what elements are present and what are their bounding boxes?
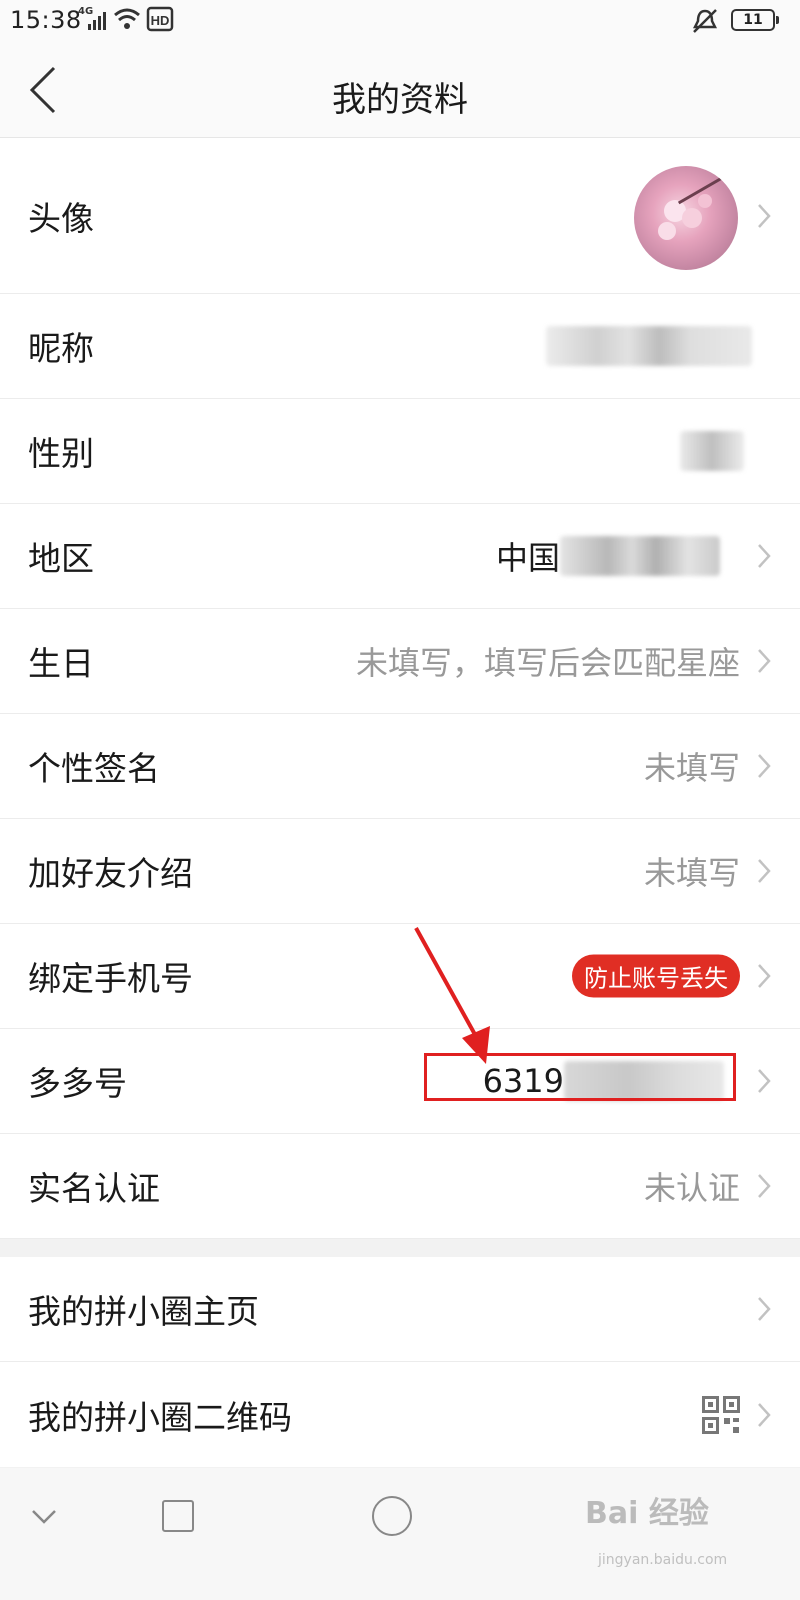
row-label: 多多号 [28, 1064, 127, 1103]
row-label: 个性签名 [28, 749, 160, 788]
row-circle-qrcode[interactable]: 我的拼小圈二维码 [0, 1362, 800, 1467]
birthday-value: 未填写，填写后会匹配星座 [355, 644, 740, 682]
status-time: 15:38 [10, 6, 82, 34]
home-button[interactable] [372, 1496, 412, 1536]
row-circle-home[interactable]: 我的拼小圈主页 [0, 1257, 800, 1362]
wifi-icon [114, 8, 140, 29]
blurred-region [560, 536, 720, 576]
row-label: 生日 [28, 644, 94, 683]
signal-icon [88, 12, 106, 30]
row-label: 实名认证 [28, 1169, 160, 1208]
chevron-right-icon [758, 544, 771, 568]
system-nav-bar: Bai 经验 jingyan.baidu.com [0, 1468, 800, 1600]
row-avatar[interactable]: 头像 [0, 138, 800, 294]
signature-value: 未填写 [643, 749, 740, 787]
friend-intro-value: 未填写 [643, 854, 740, 892]
chevron-right-icon [758, 754, 771, 778]
row-signature[interactable]: 个性签名 未填写 [0, 714, 800, 819]
row-label: 地区 [28, 539, 94, 578]
annotation-arrow-icon [414, 927, 490, 1064]
row-label: 绑定手机号 [28, 959, 193, 998]
mute-bell-icon [692, 9, 718, 33]
avatar[interactable] [634, 166, 738, 270]
row-label: 我的拼小圈二维码 [28, 1397, 292, 1437]
chevron-right-icon [758, 203, 771, 228]
row-label: 性别 [28, 434, 94, 473]
blurred-nickname [546, 326, 752, 366]
real-name-value: 未认证 [643, 1169, 740, 1207]
status-bar: 15:38 4G HD 11 [0, 0, 800, 42]
page-title: 我的资料 [332, 80, 468, 120]
hd-icon: HD [146, 6, 174, 32]
watermark-url: jingyan.baidu.com [598, 1552, 728, 1568]
row-friend-intro[interactable]: 加好友介绍 未填写 [0, 819, 800, 924]
row-label: 加好友介绍 [28, 854, 193, 893]
row-birthday[interactable]: 生日 未填写，填写后会匹配星座 [0, 609, 800, 714]
battery-icon: 11 [731, 9, 779, 31]
section-divider [0, 1239, 800, 1257]
profile-list: 头像 昵称 性别 地区 中国 生日 未填写，填写后会匹配星座 个性签名 未填写 … [0, 138, 800, 1467]
chevron-right-icon [758, 964, 771, 988]
row-label: 昵称 [28, 329, 94, 368]
svg-text:HD: HD [151, 13, 170, 28]
chevron-down-icon[interactable] [30, 1508, 58, 1526]
qr-code-icon [702, 1395, 740, 1434]
row-gender[interactable]: 性别 [0, 399, 800, 504]
chevron-right-icon [758, 859, 771, 883]
chevron-right-icon [758, 1174, 771, 1198]
row-region[interactable]: 地区 中国 [0, 504, 800, 609]
recent-apps-button[interactable] [162, 1500, 194, 1532]
row-nickname[interactable]: 昵称 [0, 294, 800, 399]
chevron-right-icon [758, 1402, 771, 1427]
prevent-loss-badge: 防止账号丢失 [572, 954, 740, 998]
nav-bar: 我的资料 [0, 42, 800, 138]
chevron-right-icon [758, 1297, 771, 1321]
watermark-logo: Bai 经验 [585, 1496, 709, 1531]
row-label: 头像 [28, 198, 94, 238]
chevron-right-icon [758, 1069, 771, 1093]
row-label: 我的拼小圈主页 [28, 1292, 259, 1331]
row-real-name[interactable]: 实名认证 未认证 [0, 1134, 800, 1239]
blurred-gender [680, 431, 744, 471]
region-value: 中国 [495, 539, 560, 577]
chevron-right-icon [758, 649, 771, 673]
